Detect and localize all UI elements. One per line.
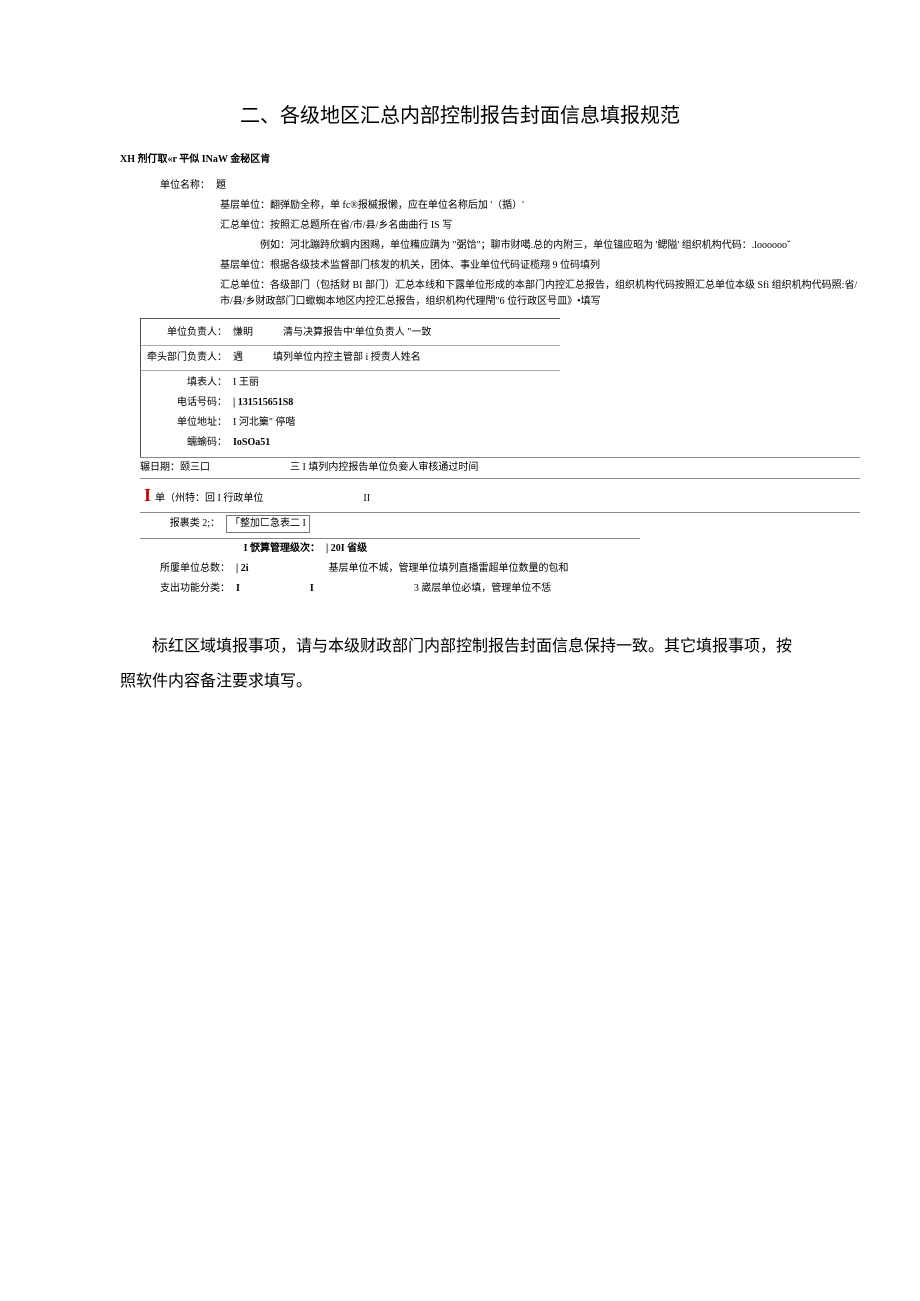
note-example-label: 例如： (260, 238, 290, 254)
s2-r3-value: | 2i (236, 561, 248, 577)
notes-block: 基层单位：翻弹励全称，单 fc®报槭报懒，应在单位名称后加 '（揗）' 汇总单位… (220, 198, 860, 310)
note-line-4: 汇总单位：各级部门（包括财 BI 部门）汇总本线和下露单位形成的本部门内控汇总报… (220, 278, 860, 310)
note-example: 河北蹦跱欣蜩内困赐，单位糒应蹒为 "弼饸"；聊市财噶.总的内附三，单位锚应昭为 … (290, 238, 790, 254)
midrow-trail: II (363, 491, 370, 507)
deptleader-label: 牵头部门负责人： (147, 350, 227, 366)
unit-name-label: 单位名称： (160, 178, 210, 194)
filler-label: 填表人： (147, 375, 227, 391)
s2-r2-value: | 20I 省级 (326, 541, 367, 557)
document-title: 二、各级地区汇总内部控制报告封面信息填报规范 (60, 100, 860, 132)
s2-r4-label: 支出功能分类： (140, 581, 230, 597)
date-note: 三 I 填列内控报告单位负妾人审核通过时间 (290, 460, 478, 476)
note-line-2: 汇总单位：按照汇总题所在省/市/县/乡名曲曲行 IS 写 (220, 218, 452, 234)
address-value: I 河北篥" 停喈 (227, 415, 295, 431)
leader-value: 慊眀 (227, 325, 253, 341)
main-paragraph: 标红区域填报事项，请与本级财政部门内部控制报告封面信息保持一致。其它填报事项，按… (120, 629, 800, 699)
filler-value: I 王丽 (227, 375, 259, 391)
leader-label: 单位负责人： (147, 325, 227, 341)
s2-r4-note: 3 崴层单位必填，管理单位不恁 (414, 581, 552, 597)
s2-r2-label: I 恹算管理级次： (140, 541, 320, 557)
s2-r4-value: I (236, 581, 240, 597)
unit-name-value: 題 (210, 178, 226, 194)
address-label: 单位地址： (147, 415, 227, 431)
date-label: 辗日期： (140, 460, 180, 476)
midrow-value: 回 I 行政单位 (205, 491, 363, 507)
note-line-3: 基层单位：根据各级技术监督部门核发的机关，团体、事业单位代码证榄翔 9 位码填列 (220, 258, 600, 274)
s2-r1-value: 「整加匚急表二 I (226, 515, 310, 533)
phone-value: | 131515651S8 (227, 395, 293, 411)
s2-r4-mid: I (310, 581, 314, 597)
form-box: 单位负责人： 慊眀 清与决算报告中'单位负责人 "一致 牵头部门负责人： 遇 填… (140, 318, 560, 457)
date-value: 颐三口 (180, 460, 290, 476)
subheader: XH 剂仃取«r 平似 INaW 金秘区肯 (120, 152, 860, 168)
phone-label: 电话号码： (147, 395, 227, 411)
s2-r3-note: 基层单位不城，管理单位填列直播雷超单位数量的包和 (328, 561, 568, 577)
zip-label: 蠕蝓码： (147, 435, 227, 451)
red-marker-icon: I (140, 481, 155, 510)
leader-note: 清与决算报告中'单位负责人 "一致 (253, 325, 431, 341)
s2-r3-label: 所屢单位总数： (140, 561, 230, 577)
deptleader-note: 填列单位内控主管部 i 授责人姓名 (243, 350, 421, 366)
note-line-1: 基层单位：翻弹励全称，单 fc®报槭报懒，应在单位名称后加 '（揗）' (220, 198, 524, 214)
deptleader-value: 遇 (227, 350, 243, 366)
section-2: 报裹类 2;： 「整加匚急表二 I I 恹算管理级次： | 20I 省级 所屢单… (140, 513, 860, 599)
s2-r1-label: 报裹类 2;： (140, 516, 220, 532)
zip-value: IoSOa51 (227, 435, 270, 451)
midrow-label: 单（州特： (155, 491, 205, 507)
